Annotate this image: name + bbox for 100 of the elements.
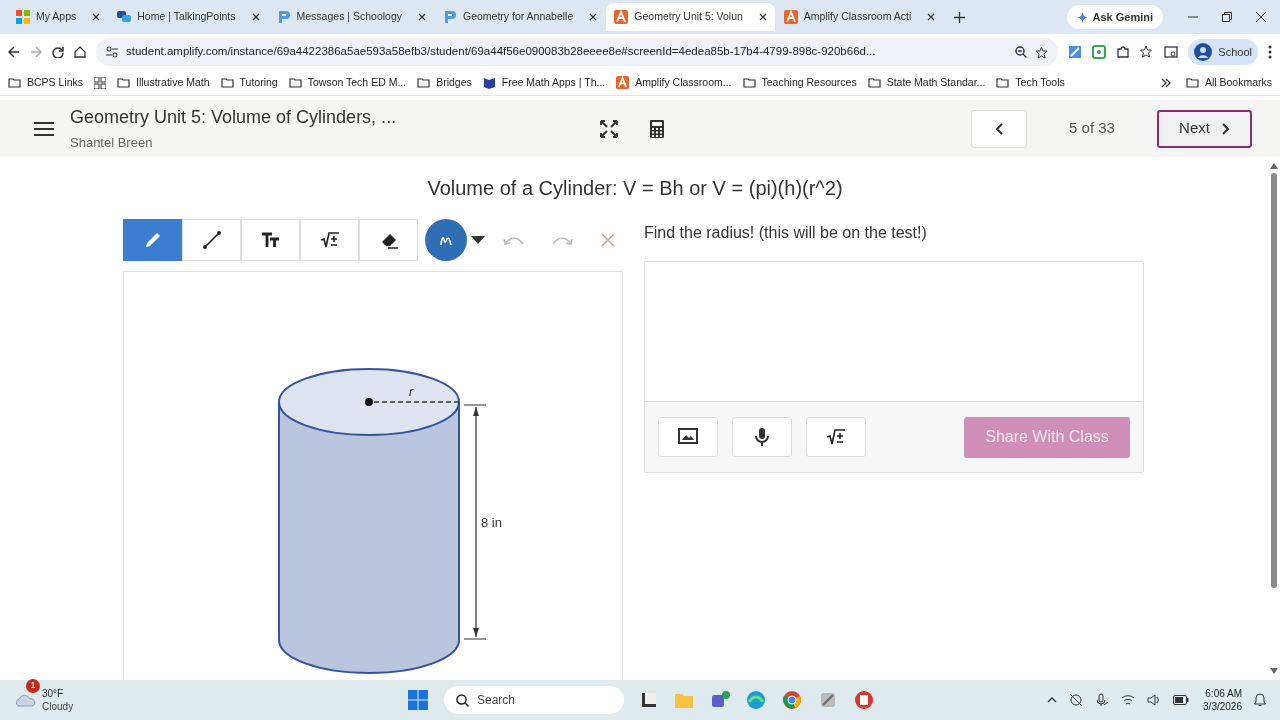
browser-tab[interactable]: Home | TalkingPoints (109, 3, 268, 31)
menu-icon[interactable] (34, 120, 54, 137)
restore-icon[interactable] (1222, 12, 1232, 22)
microphone-icon[interactable] (1095, 693, 1110, 707)
folder-icon (742, 76, 756, 89)
slide-heading: Volume of a Cylinder: V = Bh or V = (pi)(h)(r^2) (426, 176, 844, 201)
tools-app-icon[interactable] (818, 690, 838, 710)
star-icon[interactable] (1035, 45, 1049, 59)
book-icon (482, 76, 496, 89)
bookmark-link[interactable]: Bridges (417, 74, 472, 91)
more-menu-icon[interactable] (1268, 45, 1272, 59)
pen-style-button[interactable] (425, 219, 467, 261)
bookmark-link[interactable]: Towson Tech ED M... (288, 74, 407, 91)
math-input-button[interactable] (806, 417, 866, 457)
folder-icon (417, 76, 431, 89)
team-chat-icon[interactable] (710, 690, 730, 710)
extension-icon[interactable] (1068, 45, 1083, 59)
close-icon[interactable] (1256, 12, 1266, 22)
back-arrow-icon[interactable] (8, 46, 20, 58)
tab-title: Amplify Classroom Acti (803, 9, 912, 25)
profile-button[interactable]: School (1188, 39, 1258, 65)
fullscreen-icon[interactable] (600, 119, 618, 138)
folder-icon (8, 76, 21, 89)
voice-button[interactable] (732, 417, 792, 457)
line-tool-icon (201, 230, 222, 250)
forward-arrow-icon (30, 46, 42, 58)
lesson-title: Geometry Unit 5: Volume of Cylinders, ... (70, 106, 398, 130)
browser-circle-icon[interactable] (782, 690, 802, 710)
microphone-icon (752, 427, 772, 447)
chevrons-icon[interactable] (1160, 77, 1171, 88)
close-icon[interactable] (758, 13, 767, 21)
image-icon (678, 427, 698, 447)
search-icon (456, 693, 469, 707)
windows-start-icon[interactable] (408, 690, 428, 710)
battery-icon[interactable] (1173, 695, 1190, 705)
puzzle-icon[interactable] (1116, 45, 1131, 59)
scrollbar[interactable] (1269, 161, 1279, 676)
url-text: student.amplify.com/instance/69a4422386a5ae593a58efb3/student/69a44f56e090083b28eeee8e#screenId=4edea85b-17b4-4799-898c-920b66d... (126, 44, 877, 60)
close-icon[interactable] (92, 13, 101, 21)
address-bar[interactable]: student.amplify.com/instance/69a4422386a5ae593a58efb3/student/69a44f56e090083b28eeee8e#screenId=4edea85b-17b4-4799-898c-920b66d... (96, 38, 1059, 66)
clock-date: 3/3/2026 (1203, 700, 1242, 713)
notification-bell-icon[interactable] (1254, 693, 1266, 707)
folder-icon (288, 76, 302, 89)
close-icon[interactable] (589, 13, 598, 21)
close-icon[interactable] (251, 13, 260, 21)
bookmark-link[interactable]: BCPS Links (8, 74, 84, 91)
bookmark-link[interactable]: Illustrative Math (117, 74, 210, 91)
task-view-icon[interactable] (640, 691, 658, 709)
response-field[interactable] (645, 262, 1143, 402)
caret-icon[interactable] (471, 236, 485, 244)
chevron-up-icon[interactable] (1047, 697, 1058, 703)
close-icon[interactable] (927, 13, 936, 21)
taskbar-search-field[interactable]: Search (444, 686, 624, 714)
browser-tab[interactable]: Geometry for Annabelle (435, 3, 606, 31)
text-size-icon (260, 230, 281, 250)
close-icon[interactable] (418, 13, 426, 21)
bookmark-link[interactable]: Amplify Classroom... (616, 74, 732, 91)
cloud-icon (14, 693, 36, 707)
reload-icon[interactable] (52, 46, 64, 58)
chevron-right-icon (1221, 122, 1230, 135)
document-app-icon[interactable] (854, 690, 874, 710)
bookmark-link[interactable]: Free Math Apps | Th... (482, 74, 606, 91)
image-upload-button[interactable] (658, 417, 718, 457)
zoom-icon[interactable] (1015, 46, 1028, 58)
browser-tab[interactable]: Geometry Unit 5: Volun (606, 3, 775, 31)
folder-icon (117, 76, 131, 89)
calculator-icon[interactable] (650, 119, 664, 138)
privacy-icon[interactable] (1069, 693, 1084, 707)
tab-title: Geometry for Annabelle (463, 9, 574, 25)
bookmark-link[interactable]: Tutoring (220, 74, 278, 91)
ask-gemini-button[interactable]: Ask Gemini (1067, 5, 1163, 29)
wifi-icon[interactable] (1121, 694, 1136, 706)
star-list-icon[interactable] (1140, 45, 1155, 59)
bookmark-link[interactable]: Tech Tools (996, 74, 1065, 91)
radius-label: r (409, 384, 414, 399)
tab-title: Messages | Schoology (296, 9, 402, 25)
folder-icon (996, 76, 1010, 89)
weather-text: Cloudy (42, 700, 74, 713)
chat-bubbles-icon (117, 10, 132, 24)
bookmark-link[interactable]: Teaching Resources (742, 74, 857, 91)
site-settings-icon[interactable] (106, 46, 118, 58)
tab-search-icon[interactable] (1164, 45, 1179, 59)
browser-tab[interactable]: Messages | Schoology (268, 3, 434, 31)
new-tab-icon[interactable] (954, 11, 966, 23)
folder-icon (220, 76, 234, 89)
drawing-canvas[interactable]: r 8 in (123, 271, 623, 680)
folder-icon (867, 76, 881, 89)
apps-grid-icon[interactable] (94, 76, 107, 89)
browser-wave-icon[interactable] (746, 690, 766, 710)
home-icon[interactable] (74, 46, 86, 58)
speaker-icon[interactable] (1147, 694, 1162, 706)
next-button[interactable]: Next (1157, 109, 1252, 148)
browser-tab[interactable]: Amplify Classroom Acti (775, 3, 944, 31)
bookmark-link[interactable]: State Math Standar... (867, 74, 986, 91)
all-bookmarks-link[interactable]: All Bookmarks (1185, 74, 1272, 91)
extension-icon[interactable] (1092, 45, 1107, 59)
tab-title: Geometry Unit 5: Volun (634, 9, 743, 25)
browser-tab[interactable]: My Apps (8, 3, 109, 31)
height-label: 8 in (481, 515, 502, 530)
temperature-text: 30°F (42, 687, 65, 700)
